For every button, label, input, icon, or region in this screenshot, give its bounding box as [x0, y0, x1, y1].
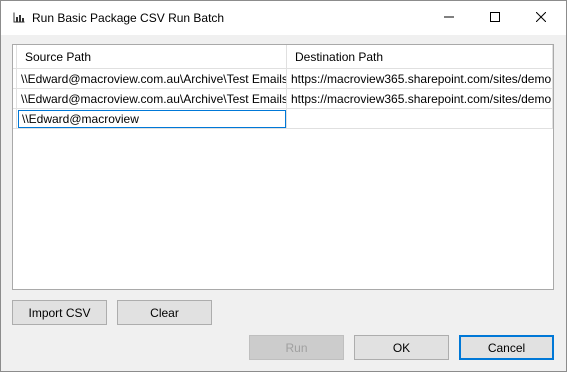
import-csv-button[interactable]: Import CSV [12, 300, 107, 325]
destination-path-cell[interactable] [287, 109, 553, 129]
grid-header: Source Path Destination Path [13, 45, 553, 69]
destination-path-cell[interactable]: https://macroview365.sharepoint.com/site… [287, 69, 553, 89]
column-header-destination-path[interactable]: Destination Path [287, 45, 553, 69]
batch-data-grid[interactable]: Source Path Destination Path \\Edward@ma… [12, 44, 554, 290]
run-button[interactable]: Run [249, 335, 344, 360]
table-row[interactable]: \\Edward@macroview.com.au\Archive\Test E… [13, 69, 553, 89]
source-path-cell[interactable]: \\Edward@macroview.com.au\Archive\Test E… [17, 89, 287, 109]
maximize-icon [490, 11, 500, 25]
chart-icon [13, 12, 25, 23]
title-bar[interactable]: Run Basic Package CSV Run Batch [1, 1, 566, 35]
minimize-button[interactable] [426, 1, 472, 35]
dialog-window: Run Basic Package CSV Run Batch Source P… [0, 0, 567, 372]
table-row-editing[interactable] [13, 109, 553, 129]
source-path-cell[interactable]: \\Edward@macroview.com.au\Archive\Test E… [17, 69, 287, 89]
table-row[interactable]: \\Edward@macroview.com.au\Archive\Test E… [13, 89, 553, 109]
minimize-icon [444, 11, 454, 25]
column-header-source-path[interactable]: Source Path [17, 45, 287, 69]
clear-button[interactable]: Clear [117, 300, 212, 325]
destination-path-cell[interactable]: https://macroview365.sharepoint.com/site… [287, 89, 553, 109]
cancel-button[interactable]: Cancel [459, 335, 554, 360]
maximize-button[interactable] [472, 1, 518, 35]
window-title: Run Basic Package CSV Run Batch [32, 11, 225, 25]
close-button[interactable] [518, 1, 564, 35]
source-path-edit-input[interactable] [18, 110, 286, 128]
close-icon [535, 11, 547, 25]
ok-button[interactable]: OK [354, 335, 449, 360]
